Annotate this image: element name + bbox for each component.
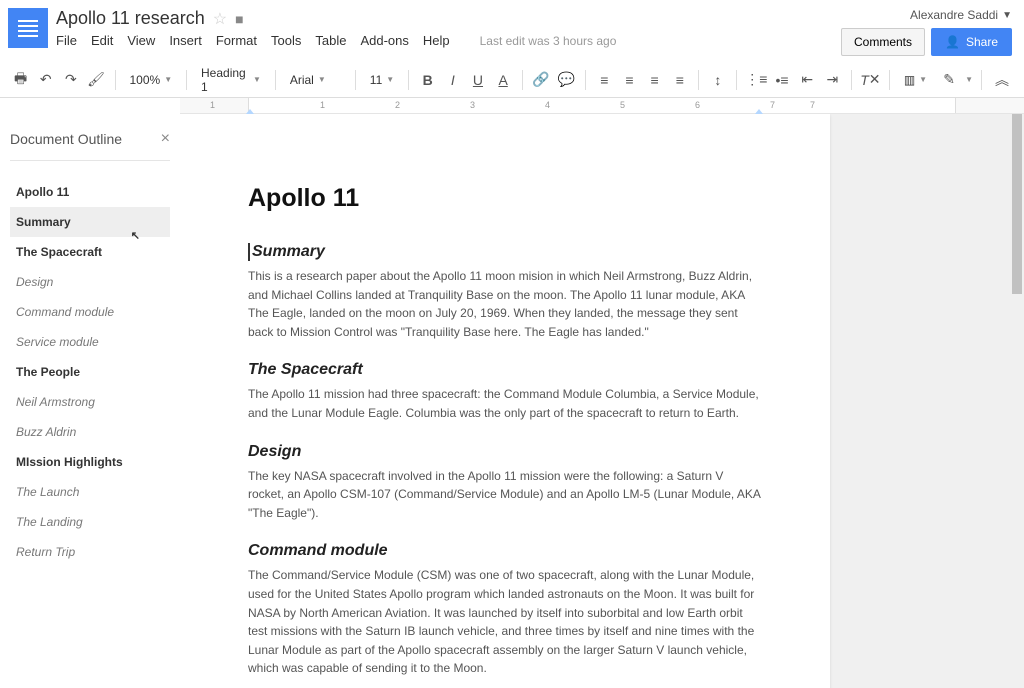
zoom-select[interactable]: 100%▼ (124, 71, 179, 89)
outline-item[interactable]: MIssion Highlights (10, 447, 170, 477)
comment-icon[interactable]: 💬 (556, 68, 577, 92)
app-header: Apollo 11 research ☆ ■ File Edit View In… (0, 0, 1024, 56)
menu-tools[interactable]: Tools (271, 33, 301, 48)
star-icon[interactable]: ☆ (213, 9, 227, 29)
share-label: Share (966, 35, 998, 49)
bulleted-list-icon[interactable]: •≡ (771, 68, 792, 92)
redo-icon[interactable]: ↷ (60, 68, 81, 92)
section-body[interactable]: The key NASA spacecraft involved in the … (248, 467, 762, 523)
align-center-icon[interactable]: ≡ (619, 68, 640, 92)
menu-view[interactable]: View (127, 33, 155, 48)
input-tools-icon[interactable]: ▥▼ (898, 71, 933, 89)
share-button[interactable]: 👤 Share (931, 28, 1012, 56)
paint-format-icon[interactable]: 🖌 (85, 68, 106, 92)
menu-edit[interactable]: Edit (91, 33, 113, 48)
outline-item[interactable]: Service module (10, 327, 170, 357)
folder-icon[interactable]: ■ (235, 11, 243, 27)
menu-addons[interactable]: Add-ons (360, 33, 408, 48)
document-canvas[interactable]: Apollo 11 Summary This is a research pape… (180, 114, 1024, 688)
menu-table[interactable]: Table (315, 33, 346, 48)
docs-logo[interactable] (8, 8, 48, 48)
ruler[interactable]: 1 1 2 3 4 5 6 7 7 (180, 98, 1024, 114)
font-select[interactable]: Arial▼ (284, 71, 347, 89)
section-body[interactable]: The Apollo 11 mission had three spacecra… (248, 385, 762, 422)
menu-bar: File Edit View Insert Format Tools Table… (56, 33, 841, 48)
page[interactable]: Apollo 11 Summary This is a research pape… (180, 114, 830, 688)
link-icon[interactable]: 🔗 (531, 68, 552, 92)
section-heading[interactable]: The Spacecraft (248, 361, 762, 379)
outline-item[interactable]: The Launch (10, 477, 170, 507)
outline-item[interactable]: The People (10, 357, 170, 387)
text-color-icon[interactable]: A (493, 68, 514, 92)
outline-item[interactable]: Design (10, 267, 170, 297)
numbered-list-icon[interactable]: ⋮≡ (745, 68, 767, 92)
outline-item[interactable]: The Landing (10, 507, 170, 537)
close-icon[interactable]: × (161, 130, 170, 148)
outline-sidebar: Document Outline × Apollo 11Summary↖The … (0, 114, 180, 688)
section-heading[interactable]: Design (248, 443, 762, 461)
undo-icon[interactable]: ↶ (35, 68, 56, 92)
menu-insert[interactable]: Insert (169, 33, 202, 48)
outline-item[interactable]: Buzz Aldrin (10, 417, 170, 447)
align-right-icon[interactable]: ≡ (644, 68, 665, 92)
menu-help[interactable]: Help (423, 33, 450, 48)
underline-icon[interactable]: U (467, 68, 488, 92)
section-body[interactable]: This is a research paper about the Apoll… (248, 267, 762, 341)
outline-item[interactable]: Apollo 11 (10, 177, 170, 207)
fontsize-select[interactable]: 11▼ (364, 71, 400, 89)
indent-icon[interactable]: ⇥ (822, 68, 843, 92)
last-edit-text: Last edit was 3 hours ago (480, 34, 617, 48)
style-select[interactable]: Heading 1▼ (195, 64, 267, 96)
editing-mode-caret[interactable]: ▼ (965, 75, 973, 84)
outdent-icon[interactable]: ⇤ (797, 68, 818, 92)
align-justify-icon[interactable]: ≡ (669, 68, 690, 92)
section-heading[interactable]: Summary (248, 243, 762, 261)
page-title[interactable]: Apollo 11 (248, 184, 762, 213)
document-title[interactable]: Apollo 11 research (56, 8, 205, 29)
user-name[interactable]: Alexandre Saddi (910, 8, 998, 22)
comments-button[interactable]: Comments (841, 28, 925, 56)
section-body[interactable]: The Command/Service Module (CSM) was one… (248, 566, 762, 678)
print-icon[interactable]: 🖶 (10, 68, 31, 92)
outline-item[interactable]: The Spacecraft (10, 237, 170, 267)
italic-icon[interactable]: I (442, 68, 463, 92)
outline-title: Document Outline (10, 131, 122, 147)
bold-icon[interactable]: B (417, 68, 438, 92)
outline-item[interactable]: Return Trip (10, 537, 170, 567)
align-left-icon[interactable]: ≡ (594, 68, 615, 92)
collapse-toolbar-icon[interactable]: ︽ (990, 68, 1014, 92)
menu-file[interactable]: File (56, 33, 77, 48)
section-heading[interactable]: Command module (248, 542, 762, 560)
menu-format[interactable]: Format (216, 33, 257, 48)
line-spacing-icon[interactable]: ↕ (707, 68, 728, 92)
toolbar: 🖶 ↶ ↷ 🖌 100%▼ Heading 1▼ Arial▼ 11▼ B I … (0, 62, 1024, 98)
scrollbar-thumb[interactable] (1012, 114, 1022, 294)
outline-item[interactable]: Summary↖ (10, 207, 170, 237)
share-icon: 👤 (945, 35, 960, 49)
outline-item[interactable]: Neil Armstrong (10, 387, 170, 417)
user-dropdown-icon[interactable]: ▼ (1002, 10, 1012, 21)
editing-mode-icon[interactable]: ✎ (937, 68, 961, 92)
clear-format-icon[interactable]: T✕ (860, 68, 881, 92)
outline-item[interactable]: Command module (10, 297, 170, 327)
